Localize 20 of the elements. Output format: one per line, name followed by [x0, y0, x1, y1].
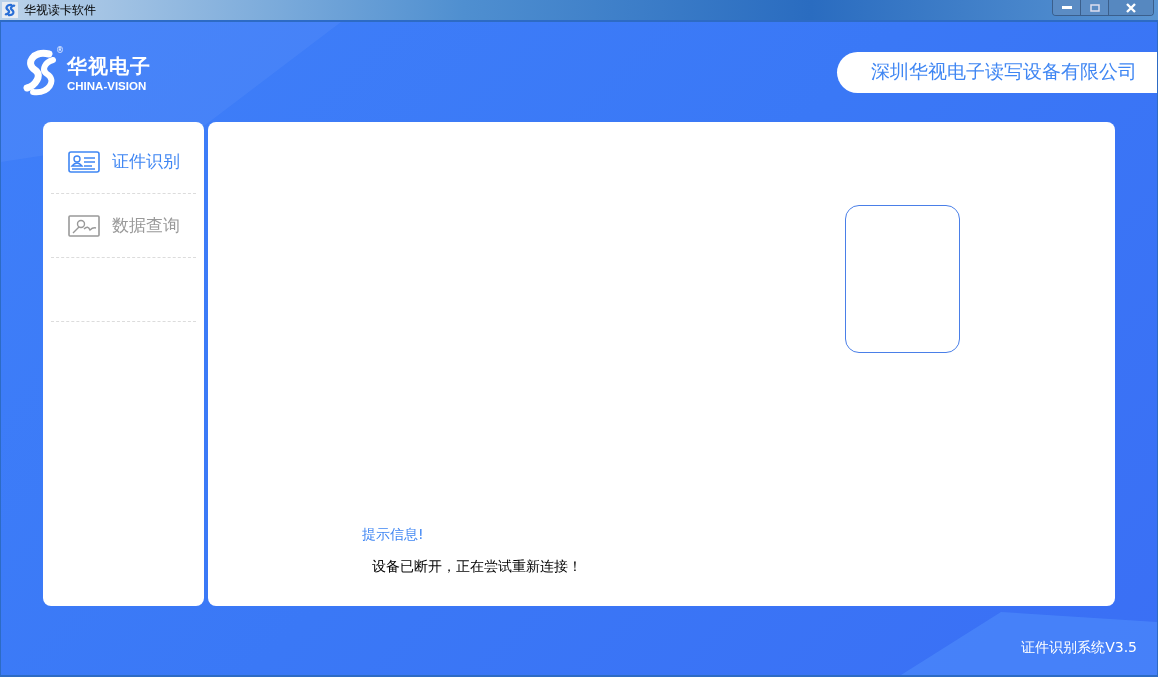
brand-subtitle: CHINA-VISION [67, 79, 148, 92]
sidebar-item[interactable]: 数据查询 [51, 194, 196, 258]
id-card-icon [68, 150, 100, 173]
app-logo-icon [2, 2, 18, 18]
maximize-icon [1089, 3, 1100, 12]
close-button[interactable] [1109, 0, 1153, 15]
version-label: 证件识别系统V3.5 [1021, 638, 1137, 657]
portrait-signature-icon [68, 214, 100, 237]
close-icon [1126, 2, 1136, 13]
minimize-button[interactable] [1053, 0, 1081, 15]
company-name: 深圳华视电子读写设备有限公司 [837, 51, 1157, 93]
sidebar-item[interactable]: 证件识别 [51, 130, 196, 194]
message-title: 提示信息! [362, 526, 425, 544]
maximize-button[interactable] [1081, 0, 1109, 15]
registered-mark: ® [56, 46, 64, 55]
brand-name: 华视电子 [67, 52, 151, 80]
message-text: 设备已断开，正在尝试重新连接！ [371, 558, 583, 576]
swirl-logo-icon [23, 48, 59, 96]
minimize-icon [1061, 5, 1072, 10]
window-title: 华视读卡软件 [24, 1, 96, 19]
